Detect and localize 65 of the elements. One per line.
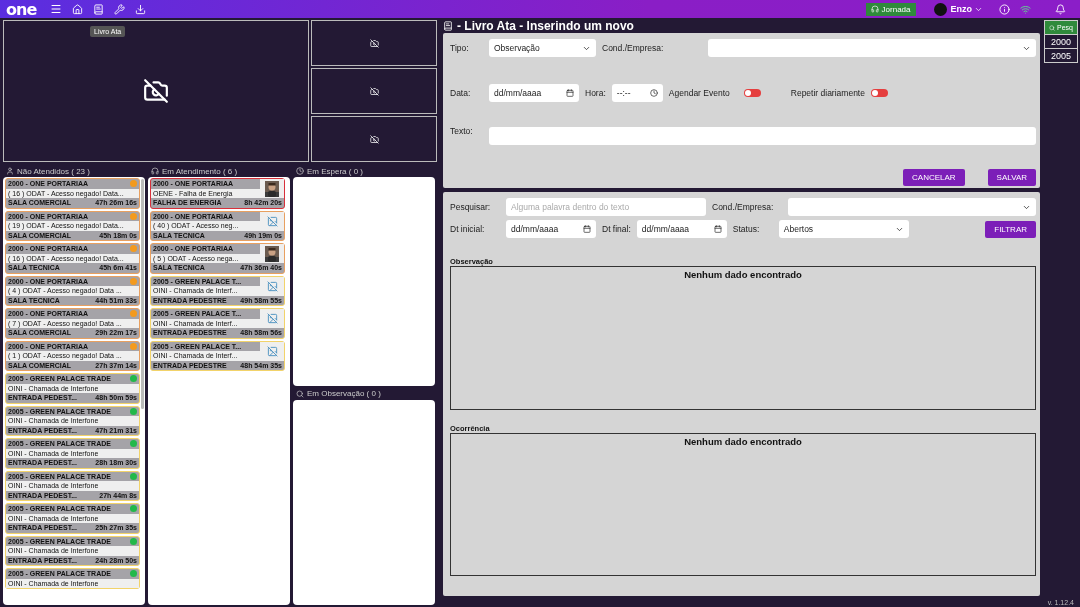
field-label: Hora: [585, 88, 606, 98]
headphones-icon [870, 5, 879, 13]
camera-off-icon [369, 86, 379, 96]
camera-off-icon [369, 38, 379, 48]
save-button[interactable]: SALVAR [987, 168, 1036, 186]
book-icon [443, 20, 453, 31]
jornada-button[interactable]: Jornada [865, 2, 916, 16]
search-icon [1049, 24, 1055, 31]
field-label: Dt final: [602, 224, 631, 234]
queue-title: Em Atendimento ( 6 ) [162, 166, 238, 176]
book-icon[interactable] [93, 3, 105, 15]
info-icon[interactable] [999, 3, 1010, 15]
field-label: Pesquisar: [450, 202, 492, 212]
empty-message: Nenhum dado encontrado [684, 435, 802, 448]
toggle-label: Agendar Evento [668, 88, 730, 98]
tipo-select[interactable]: Observação [489, 39, 596, 57]
queue-title: Não Atendidos ( 23 ) [17, 166, 90, 176]
status-select[interactable]: Abertos [778, 220, 909, 238]
logo: one [6, 0, 37, 19]
broken-image-icon [266, 215, 278, 227]
field-label: Status: [732, 224, 761, 234]
download-icon[interactable] [135, 3, 147, 15]
empty-message: Nenhum dado encontrado [684, 269, 802, 281]
field-label: Dt inicial: [450, 224, 486, 234]
user-menu[interactable]: Enzo [933, 2, 983, 16]
filter-button[interactable]: FILTRAR [985, 220, 1036, 238]
calendar-icon [566, 89, 574, 97]
broken-image-icon [266, 280, 278, 292]
sidebar-item[interactable]: 2000 [1044, 35, 1078, 49]
avatar [933, 2, 947, 16]
home-icon[interactable] [72, 3, 84, 15]
broken-image-icon [266, 313, 278, 324]
bell-icon[interactable] [1055, 3, 1066, 15]
toggle-switch[interactable] [743, 89, 761, 97]
text-field[interactable] [489, 127, 1036, 145]
sidebar-item[interactable]: 2005 [1044, 49, 1078, 63]
camera-off-icon [143, 78, 169, 104]
field-label: Tipo: [450, 43, 470, 53]
toggle-switch[interactable] [870, 89, 888, 97]
date-field[interactable]: dd/mm/aaaa [636, 220, 727, 238]
clock-icon [296, 167, 304, 175]
field-label: Cond./Empresa: [602, 43, 665, 53]
wifi-icon [1020, 3, 1031, 15]
camera-off-icon [369, 134, 379, 144]
menu-icon[interactable] [50, 3, 63, 15]
field-label: Data: [450, 88, 472, 98]
scrollbar[interactable] [141, 179, 144, 409]
person-icon [6, 167, 14, 175]
date-field[interactable]: dd/mm/aaaa [506, 220, 596, 238]
toggle-label: Repetir diariamente [790, 88, 865, 98]
page-title: - Livro Ata - Inserindo um novo [457, 18, 634, 33]
calendar-icon [583, 225, 591, 233]
queue-title: Em Observação ( 0 ) [307, 389, 381, 398]
wrench-icon[interactable] [114, 3, 126, 15]
clock-icon [649, 89, 658, 97]
time-field[interactable]: --:-- [611, 84, 663, 102]
field-label: Texto: [450, 126, 474, 136]
broken-image-icon [266, 345, 278, 357]
queue-title: Em Espera ( 0 ) [307, 166, 363, 176]
date-field[interactable]: dd/mm/aaaa [489, 84, 579, 102]
calendar-icon [713, 225, 722, 233]
headphones-icon [151, 167, 159, 175]
search-icon [296, 389, 304, 398]
cancel-button[interactable]: CANCELAR [903, 168, 965, 186]
field-label: Cond./Empresa: [712, 202, 775, 212]
